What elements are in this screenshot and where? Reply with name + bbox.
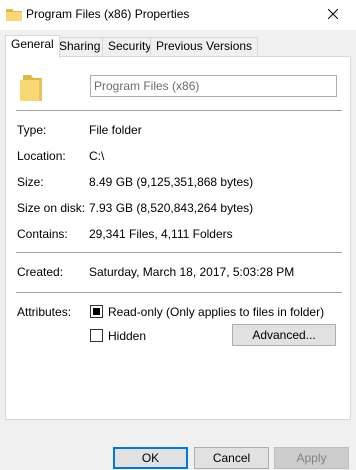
- size-on-disk-label: Size on disk:: [17, 201, 86, 215]
- readonly-label[interactable]: Read-only (Only applies to files in fold…: [108, 305, 324, 319]
- folder-icon: [6, 8, 22, 21]
- size-label: Size:: [17, 175, 44, 189]
- contains-label: Contains:: [17, 227, 68, 241]
- location-label: Location:: [17, 149, 66, 163]
- window-title: Program Files (x86) Properties: [26, 7, 190, 21]
- advanced-button[interactable]: Advanced...: [232, 324, 336, 346]
- separator: [16, 110, 342, 111]
- tab-previous-versions[interactable]: Previous Versions: [150, 37, 259, 56]
- location-value: C:\: [89, 149, 105, 163]
- separator: [16, 292, 342, 293]
- separator: [16, 252, 342, 253]
- created-label: Created:: [17, 265, 64, 279]
- hidden-label[interactable]: Hidden: [108, 329, 146, 343]
- general-panel: Type: File folder Location: C:\ Size: 8.…: [5, 56, 351, 420]
- tab-general[interactable]: General: [5, 35, 60, 58]
- folder-name-input[interactable]: [90, 75, 337, 97]
- ok-button[interactable]: OK: [113, 447, 188, 469]
- cancel-button[interactable]: Cancel: [194, 447, 269, 469]
- folder-icon: [20, 75, 42, 101]
- contains-value: 29,341 Files, 4,111 Folders: [89, 227, 233, 241]
- close-icon: [327, 8, 339, 22]
- size-value: 8.49 GB (9,125,351,868 bytes): [89, 175, 254, 189]
- hidden-checkbox[interactable]: [90, 329, 103, 342]
- size-on-disk-value: 7.93 GB (8,520,843,264 bytes): [89, 201, 254, 215]
- apply-button[interactable]: Apply: [274, 447, 349, 469]
- title-bar: Program Files (x86) Properties: [0, 0, 356, 30]
- readonly-checkbox[interactable]: [90, 305, 103, 318]
- close-button[interactable]: [310, 0, 356, 30]
- attributes-label: Attributes:: [17, 305, 72, 319]
- type-label: Type:: [17, 123, 47, 137]
- tab-sharing[interactable]: Sharing: [53, 37, 107, 56]
- type-value: File folder: [89, 123, 142, 137]
- created-value: Saturday, March 18, 2017, 5:03:28 PM: [89, 265, 295, 279]
